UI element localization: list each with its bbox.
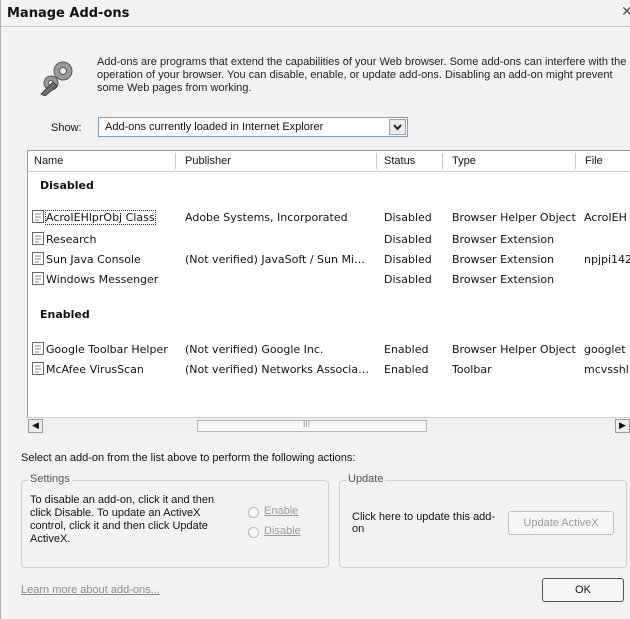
column-divider[interactable] — [175, 153, 176, 169]
column-header-publisher[interactable]: Publisher — [185, 155, 231, 167]
addon-icon — [32, 272, 44, 285]
scroll-right-button[interactable]: ▶ — [615, 419, 630, 433]
column-divider[interactable] — [442, 153, 443, 169]
addon-publisher: Adobe Systems, Incorporated — [185, 211, 348, 224]
addon-name: Windows Messenger — [46, 273, 159, 286]
disable-radio[interactable] — [248, 527, 259, 538]
show-dropdown[interactable]: Add-ons currently loaded in Internet Exp… — [98, 117, 408, 137]
group-header-enabled: Enabled — [40, 308, 90, 321]
table-row[interactable]: Google Toolbar Helper (Not verified) Goo… — [32, 341, 630, 358]
scroll-thumb[interactable]: III — [197, 420, 427, 432]
column-divider[interactable] — [575, 153, 576, 169]
chevron-down-icon[interactable] — [389, 119, 406, 135]
table-row[interactable]: Research Disabled Browser Extension — [32, 231, 630, 248]
close-icon[interactable]: ✕ — [621, 4, 630, 20]
addon-type: Browser Extension — [452, 233, 555, 246]
column-header-name[interactable]: Name — [34, 155, 63, 167]
list-header: Name Publisher Status Type File — [28, 151, 630, 172]
settings-text: To disable an add-on, click it and then … — [30, 494, 215, 545]
addons-gear-icon — [40, 61, 73, 96]
addon-type: Browser Extension — [452, 253, 555, 266]
group-header-disabled: Disabled — [40, 179, 94, 192]
show-label: Show: — [51, 122, 82, 134]
addon-status: Disabled — [384, 253, 432, 266]
addon-type: Toolbar — [452, 363, 492, 376]
column-header-file[interactable]: File — [585, 155, 603, 167]
disable-label[interactable]: Disable — [264, 525, 301, 537]
addon-status: Disabled — [384, 233, 432, 246]
table-row[interactable]: AcroIEHlprObj Class Adobe Systems, Incor… — [32, 209, 630, 226]
update-text: Click here to update this add-on — [352, 511, 496, 535]
addon-icon — [32, 252, 44, 265]
addon-status: Enabled — [384, 363, 429, 376]
addon-icon — [32, 342, 44, 355]
addon-icon — [32, 210, 44, 223]
addon-icon — [32, 362, 44, 375]
settings-legend: Settings — [28, 473, 72, 485]
update-activex-button[interactable]: Update ActiveX — [508, 511, 614, 535]
addon-file: googlet — [584, 343, 626, 356]
manage-addons-window: Manage Add-ons ✕ Add-ons are programs th… — [0, 0, 630, 619]
enable-label[interactable]: Enable — [264, 505, 298, 517]
learn-more-link[interactable]: Learn more about add-ons... — [21, 584, 160, 596]
addon-publisher: (Not verified) Google Inc. — [185, 343, 324, 356]
column-divider[interactable] — [376, 153, 377, 169]
addon-name: McAfee VirusScan — [46, 363, 144, 376]
addon-name: AcroIEHlprObj Class — [45, 210, 156, 225]
addon-type: Browser Extension — [452, 273, 555, 286]
enable-radio[interactable] — [248, 507, 259, 518]
show-dropdown-value: Add-ons currently loaded in Internet Exp… — [105, 121, 324, 133]
addons-list[interactable]: Name Publisher Status Type File Disabled… — [27, 150, 630, 434]
table-row[interactable]: Sun Java Console (Not verified) JavaSoft… — [32, 251, 630, 268]
addon-publisher: (Not verified) Networks Associa… — [185, 363, 370, 376]
update-legend: Update — [346, 473, 386, 485]
horizontal-scrollbar[interactable]: ◀ III ▶ — [27, 417, 630, 434]
addon-publisher: (Not verified) JavaSoft / Sun Mi… — [185, 253, 365, 266]
window-title: Manage Add-ons — [7, 6, 130, 21]
addon-status: Disabled — [384, 211, 432, 224]
addon-file: mcvsshl — [584, 363, 629, 376]
scroll-left-button[interactable]: ◀ — [28, 419, 43, 433]
title-bar: Manage Add-ons ✕ — [1, 0, 630, 27]
addon-file: npjpi142 — [584, 253, 630, 266]
addon-status: Disabled — [384, 273, 432, 286]
addon-name: Research — [46, 233, 97, 246]
update-group: Update Click here to update this add-on … — [339, 473, 627, 568]
column-header-status[interactable]: Status — [384, 155, 415, 167]
column-header-type[interactable]: Type — [452, 155, 476, 167]
addon-type: Browser Helper Object — [452, 211, 576, 224]
addon-icon — [32, 232, 44, 245]
ok-button[interactable]: OK — [542, 578, 624, 602]
addon-name: Google Toolbar Helper — [46, 343, 168, 356]
table-row[interactable]: Windows Messenger Disabled Browser Exten… — [32, 271, 630, 288]
actions-prompt: Select an add-on from the list above to … — [21, 452, 356, 464]
addon-status: Enabled — [384, 343, 429, 356]
addon-type: Browser Helper Object — [452, 343, 576, 356]
addon-name: Sun Java Console — [46, 253, 141, 266]
intro-text: Add-ons are programs that extend the cap… — [97, 56, 627, 94]
addon-file: AcroIEH — [584, 211, 627, 224]
settings-group: Settings To disable an add-on, click it … — [21, 473, 329, 568]
table-row[interactable]: McAfee VirusScan (Not verified) Networks… — [32, 361, 630, 378]
thumb-grip: III — [303, 420, 311, 429]
